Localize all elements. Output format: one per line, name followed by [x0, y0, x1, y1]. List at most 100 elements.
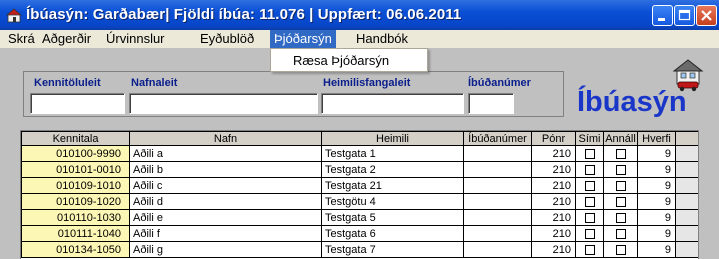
menu-skra[interactable]: Skrá	[4, 30, 39, 48]
menu-eydublod[interactable]: Eyðublöð	[196, 30, 258, 48]
table-row[interactable]: 010100-9990 Aðili a Testgata 1 210 9	[21, 145, 698, 162]
heimili-search-label: Heimilisfangaleit	[323, 77, 411, 89]
cell-heimili[interactable]: Testgata 7	[321, 241, 464, 258]
simi-checkbox[interactable]	[584, 196, 595, 207]
cell-ponr[interactable]: 210	[531, 145, 576, 162]
annall-checkbox[interactable]	[615, 180, 626, 191]
scrollbar-track[interactable]	[675, 177, 698, 194]
cell-nafn[interactable]: Aðili a	[129, 145, 322, 162]
cell-kennitala[interactable]: 010101-0010	[21, 161, 130, 178]
annall-checkbox[interactable]	[615, 228, 626, 239]
minimize-button[interactable]	[652, 5, 673, 26]
cell-kennitala[interactable]: 010110-1030	[21, 209, 130, 226]
cell-heimili[interactable]: Testgata 1	[321, 145, 464, 162]
cell-nafn[interactable]: Aðili d	[129, 193, 322, 210]
cell-heimili[interactable]: Testgata 2	[321, 161, 464, 178]
cell-ibudanumer[interactable]	[463, 161, 532, 178]
cell-ponr[interactable]: 210	[531, 225, 576, 242]
cell-simi	[575, 193, 604, 210]
cell-kennitala[interactable]: 010109-1010	[21, 177, 130, 194]
col-header-heimili[interactable]: Heimili	[321, 131, 464, 146]
cell-ponr[interactable]: 210	[531, 209, 576, 226]
menu-thjodarsyn[interactable]: Þjóðarsýn	[270, 30, 336, 48]
window-title: Íbúasýn: Garðabær| Fjöldi íbúa: 11.076 |…	[26, 6, 462, 23]
table-row[interactable]: 010109-1020 Aðili d Testgötu 4 210 9	[21, 193, 698, 210]
cell-hverfi[interactable]: 9	[637, 241, 676, 258]
scrollbar-track[interactable]	[675, 209, 698, 226]
simi-checkbox[interactable]	[584, 244, 595, 255]
cell-nafn[interactable]: Aðili c	[129, 177, 322, 194]
scrollbar-track[interactable]	[675, 241, 698, 258]
kennitala-search-label: Kennitöluleit	[34, 77, 101, 89]
annall-checkbox[interactable]	[615, 164, 626, 175]
cell-ibudanumer[interactable]	[463, 177, 532, 194]
residents-grid[interactable]: Kennitala Nafn Heimili Íbúðanúmer Pónr S…	[20, 130, 699, 259]
menu-adgerdir[interactable]: Aðgerðir	[38, 30, 95, 48]
col-header-hverfi[interactable]: Hverfi	[637, 131, 676, 146]
col-header-kennitala[interactable]: Kennitala	[21, 131, 130, 146]
annall-checkbox[interactable]	[615, 196, 626, 207]
cell-kennitala[interactable]: 010100-9990	[21, 145, 130, 162]
cell-ibudanumer[interactable]	[463, 209, 532, 226]
ibud-search-input[interactable]	[468, 93, 514, 114]
table-row[interactable]: 010110-1030 Aðili e Testgata 5 210 9	[21, 209, 698, 226]
annall-checkbox[interactable]	[615, 212, 626, 223]
kennitala-search-input[interactable]	[30, 93, 125, 114]
cell-ponr[interactable]: 210	[531, 193, 576, 210]
title-bar[interactable]: Íbúasýn: Garðabær| Fjöldi íbúa: 11.076 |…	[0, 0, 719, 30]
cell-nafn[interactable]: Aðili b	[129, 161, 322, 178]
cell-ibudanumer[interactable]	[463, 241, 532, 258]
simi-checkbox[interactable]	[584, 212, 595, 223]
menu-urvinnslur[interactable]: Úrvinnslur	[102, 30, 169, 48]
cell-hverfi[interactable]: 9	[637, 177, 676, 194]
table-row[interactable]: 010101-0010 Aðili b Testgata 2 210 9	[21, 161, 698, 178]
scrollbar-track[interactable]	[675, 145, 698, 162]
cell-ibudanumer[interactable]	[463, 193, 532, 210]
cell-ibudanumer[interactable]	[463, 145, 532, 162]
simi-checkbox[interactable]	[584, 164, 595, 175]
col-header-annall[interactable]: Annáll	[603, 131, 638, 146]
simi-checkbox[interactable]	[584, 180, 595, 191]
cell-hverfi[interactable]: 9	[637, 193, 676, 210]
cell-kennitala[interactable]: 010111-1040	[21, 225, 130, 242]
table-row[interactable]: 010134-1050 Aðili g Testgata 7 210 9	[21, 241, 698, 258]
cell-heimili[interactable]: Testgata 21	[321, 177, 464, 194]
annall-checkbox[interactable]	[615, 148, 626, 159]
menu-item-raesa-thjodarsyn[interactable]: Ræsa Þjóðarsýn	[293, 53, 389, 68]
cell-ponr[interactable]: 210	[531, 177, 576, 194]
cell-annall	[603, 161, 638, 178]
scrollbar-track[interactable]	[675, 225, 698, 242]
cell-heimili[interactable]: Testgata 5	[321, 209, 464, 226]
cell-heimili[interactable]: Testgötu 4	[321, 193, 464, 210]
annall-checkbox[interactable]	[615, 244, 626, 255]
cell-hverfi[interactable]: 9	[637, 161, 676, 178]
cell-nafn[interactable]: Aðili e	[129, 209, 322, 226]
nafn-search-input[interactable]	[129, 93, 318, 114]
scrollbar-track[interactable]	[675, 193, 698, 210]
cell-hverfi[interactable]: 9	[637, 209, 676, 226]
col-header-ibudanumer[interactable]: Íbúðanúmer	[463, 131, 532, 146]
col-header-nafn[interactable]: Nafn	[129, 131, 322, 146]
table-row[interactable]: 010109-1010 Aðili c Testgata 21 210 9	[21, 177, 698, 194]
cell-nafn[interactable]: Aðili f	[129, 225, 322, 242]
col-header-simi[interactable]: Sími	[575, 131, 604, 146]
simi-checkbox[interactable]	[584, 148, 595, 159]
maximize-button[interactable]	[674, 5, 695, 26]
cell-ponr[interactable]: 210	[531, 161, 576, 178]
cell-hverfi[interactable]: 9	[637, 145, 676, 162]
close-button[interactable]	[696, 5, 717, 26]
simi-checkbox[interactable]	[584, 228, 595, 239]
cell-heimili[interactable]: Testgata 6	[321, 225, 464, 242]
table-row[interactable]: 010111-1040 Aðili f Testgata 6 210 9	[21, 225, 698, 242]
scrollbar-track[interactable]	[675, 161, 698, 178]
cell-hverfi[interactable]: 9	[637, 225, 676, 242]
col-header-ponr[interactable]: Pónr	[531, 131, 576, 146]
cell-ibudanumer[interactable]	[463, 225, 532, 242]
cell-kennitala[interactable]: 010109-1020	[21, 193, 130, 210]
cell-ponr[interactable]: 210	[531, 241, 576, 258]
heimili-search-input[interactable]	[321, 93, 464, 114]
menu-handbok[interactable]: Handbók	[352, 30, 412, 48]
cell-kennitala[interactable]: 010134-1050	[21, 241, 130, 258]
app-icon[interactable]	[6, 7, 22, 23]
cell-nafn[interactable]: Aðili g	[129, 241, 322, 258]
